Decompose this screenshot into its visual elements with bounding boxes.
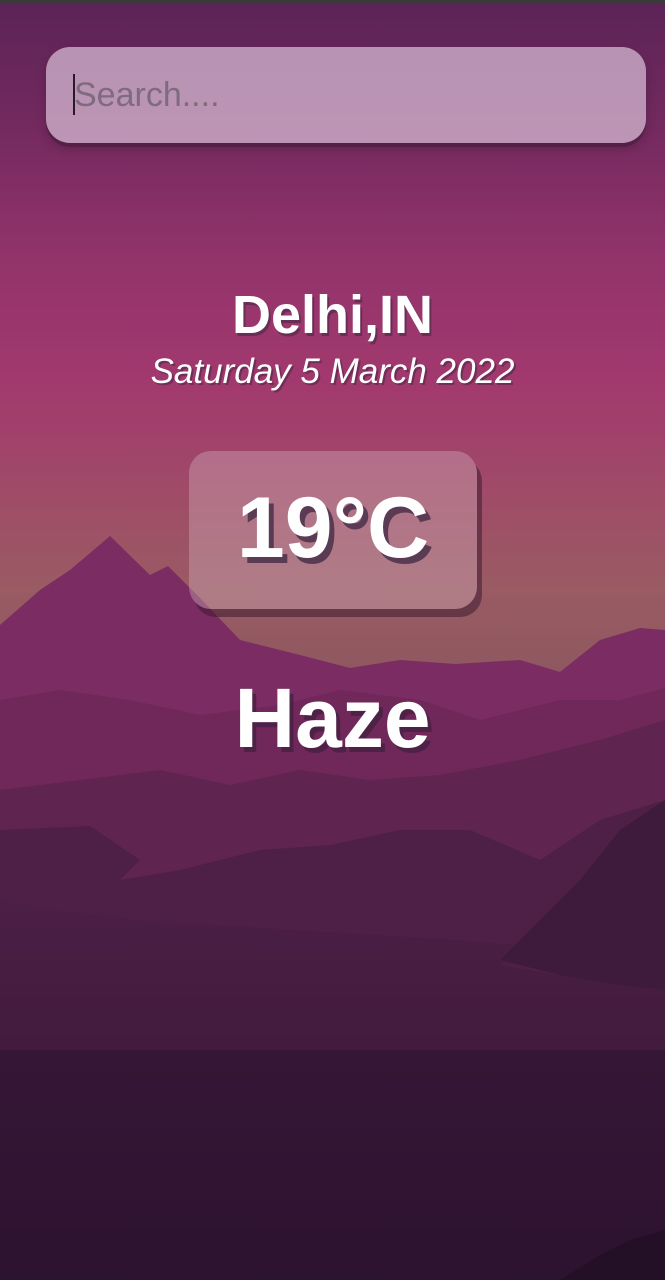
text-cursor [73, 74, 75, 115]
location-name: Delhi,IN [231, 285, 434, 345]
status-bar-edge [0, 0, 665, 3]
search-input[interactable] [46, 47, 646, 143]
current-date: Saturday 5 March 2022 [150, 352, 515, 391]
weather-condition: Haze [234, 671, 431, 765]
mountain-landscape-background [0, 0, 665, 1280]
search-bar[interactable] [46, 47, 646, 143]
temperature-card: 19°C [189, 451, 477, 609]
temperature-value: 19°C [236, 480, 430, 576]
